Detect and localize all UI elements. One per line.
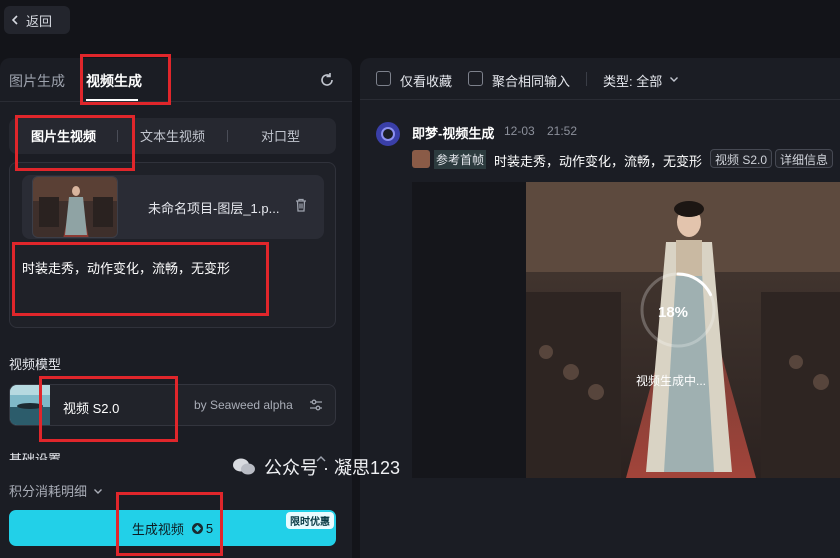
uploaded-image-thumbnail [32, 176, 118, 238]
annotation-box [12, 242, 269, 316]
generation-status: 视频生成中... [636, 374, 707, 388]
model-provider: by Seaweed alpha [194, 398, 293, 412]
filter-bar: 仅看收藏 聚合相同输入 类型: 全部 [360, 58, 840, 100]
chevron-down-icon[interactable] [669, 74, 679, 84]
annotation-box [39, 376, 178, 442]
sub-tab-lip-sync[interactable]: 对口型 [261, 126, 300, 145]
points-detail-toggle[interactable]: 积分消耗明细 [9, 481, 103, 500]
top-bar: 返回 [0, 0, 840, 44]
promo-badge: 限时优惠 [286, 512, 334, 529]
chevron-down-icon [94, 488, 103, 494]
model-section-title: 视频模型 [9, 357, 62, 372]
annotation-box [15, 115, 135, 171]
reference-row: 参考首帧 时装走秀，动作变化，流畅，无变形 视频 S2.0 详细信息 [412, 148, 840, 169]
tune-icon[interactable] [308, 397, 324, 413]
basic-settings-title[interactable]: 基础设置 [9, 450, 69, 460]
generation-date: 12-03 [504, 124, 535, 138]
refresh-icon[interactable] [318, 71, 336, 89]
file-name: 未命名项目-图层_1.p... [148, 201, 280, 216]
favorites-checkbox[interactable] [376, 71, 391, 86]
main-tabs: 图片生成 视频生成 [0, 58, 352, 102]
divider [586, 72, 587, 86]
annotation-box [80, 54, 171, 105]
model-tag[interactable]: 视频 S2.0 [710, 149, 773, 168]
divider [227, 130, 228, 142]
watermark-text: 公众号 · 凝思123 [264, 458, 401, 478]
generation-title: 即梦-视频生成 [412, 126, 495, 141]
type-filter[interactable]: 类型: 全部 [603, 71, 662, 90]
generation-prompt: 时装走秀，动作变化，流畅，无变形 [494, 154, 703, 169]
generation-time: 21:52 [547, 124, 578, 138]
favorites-label[interactable]: 仅看收藏 [400, 71, 452, 90]
right-panel: 仅看收藏 聚合相同输入 类型: 全部 即梦-视频生成 12-03 21:52 参… [360, 58, 840, 558]
uploaded-image-card[interactable]: 未命名项目-图层_1.p... [22, 175, 324, 239]
avatar [376, 122, 400, 146]
tab-image-generation[interactable]: 图片生成 [9, 71, 65, 91]
aggregate-checkbox[interactable] [468, 71, 483, 86]
chevron-left-icon [11, 15, 18, 25]
back-label: 返回 [26, 13, 53, 29]
back-button[interactable]: 返回 [4, 6, 70, 34]
annotation-box [116, 492, 223, 556]
reference-thumbnail[interactable] [412, 150, 430, 168]
reference-label: 参考首帧 [434, 150, 487, 169]
aggregate-label[interactable]: 聚合相同输入 [492, 71, 570, 90]
points-detail-label: 积分消耗明细 [9, 484, 88, 499]
sub-tab-text-to-video[interactable]: 文本生视频 [140, 126, 205, 145]
trash-icon[interactable] [293, 197, 309, 213]
details-tag[interactable]: 详细信息 [775, 149, 834, 168]
video-preview[interactable]: 18% 视频生成中... [412, 182, 840, 478]
watermark: 公众号 · 凝思123 [232, 454, 400, 480]
wechat-icon [233, 458, 255, 475]
progress-percent: 18% [658, 304, 689, 321]
